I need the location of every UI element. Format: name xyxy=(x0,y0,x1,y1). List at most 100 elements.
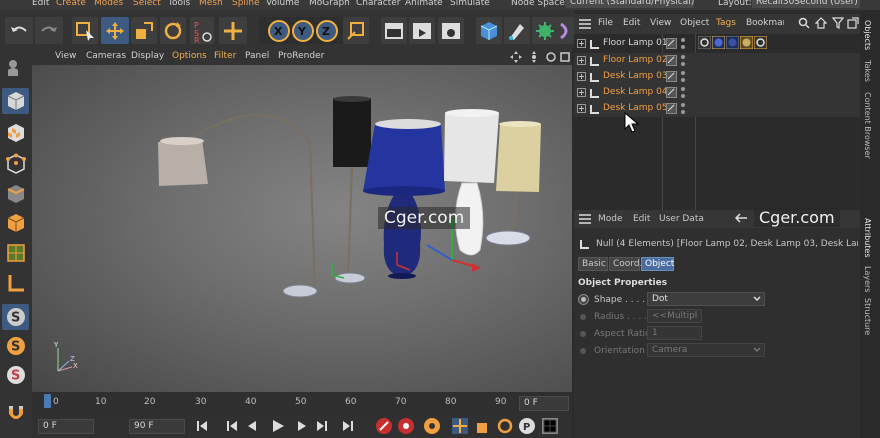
menu-create[interactable]: Create xyxy=(56,0,86,8)
autokey-icon[interactable] xyxy=(397,417,415,435)
aspect-animate-dot[interactable] xyxy=(580,331,586,337)
object-name[interactable]: Floor Lamp 02 xyxy=(603,55,668,65)
timeline-playhead[interactable] xyxy=(44,394,51,408)
viewport-menu-view[interactable]: View xyxy=(55,51,76,61)
om-menu-edit[interactable]: Edit xyxy=(623,18,640,28)
rotate-button[interactable] xyxy=(160,17,186,44)
side-tab-objects[interactable]: Objects xyxy=(863,20,872,50)
render-picture-viewer-button[interactable] xyxy=(409,17,435,44)
3d-viewport[interactable]: Y X Z Cger.com xyxy=(32,65,572,392)
expand-plus-icon[interactable] xyxy=(577,104,586,113)
workplane-button[interactable] xyxy=(2,270,29,296)
shape-dropdown[interactable]: Dot xyxy=(647,292,765,306)
filter-icon[interactable] xyxy=(832,17,844,29)
search-icon[interactable] xyxy=(798,17,810,29)
live-select-button[interactable] xyxy=(72,17,98,44)
new-window-icon[interactable] xyxy=(847,17,859,29)
compositing-tag-icon[interactable] xyxy=(698,36,711,49)
model-mode-button[interactable] xyxy=(2,88,29,114)
key-parameter-icon[interactable]: P xyxy=(518,417,536,435)
next-key-icon[interactable] xyxy=(315,419,329,433)
viewport-menu-prorender[interactable]: ProRender xyxy=(278,51,324,61)
go-to-start-icon[interactable] xyxy=(195,419,209,433)
hamburger-menu-icon[interactable] xyxy=(579,19,591,29)
quantize-button[interactable]: S xyxy=(2,362,29,388)
polygon-mode-button[interactable] xyxy=(2,210,29,236)
pen-spline-button[interactable] xyxy=(504,17,530,44)
tab-object[interactable]: Object xyxy=(641,257,674,271)
radius-field[interactable]: <<Multipl xyxy=(647,309,702,323)
om-menu-view[interactable]: View xyxy=(650,18,671,28)
object-name[interactable]: Floor Lamp 01 xyxy=(603,38,668,48)
timeline-ruler[interactable]: 0 10 20 30 40 50 60 70 80 90 0 F xyxy=(32,392,572,414)
side-tab-structure[interactable]: Structure xyxy=(863,298,872,335)
visibility-dots-icon[interactable] xyxy=(680,102,686,115)
object-row-desk-lamp-04[interactable]: Desk Lamp 04 xyxy=(574,85,860,101)
attr-menu-mode[interactable]: Mode xyxy=(598,214,623,224)
orientation-animate-dot[interactable] xyxy=(580,348,586,354)
material-tag-icon[interactable] xyxy=(712,36,725,49)
texture-mode-button[interactable] xyxy=(2,120,29,146)
layer-check-icon[interactable] xyxy=(666,87,677,98)
cube-primitive-button[interactable] xyxy=(476,17,502,44)
object-row-desk-lamp-03[interactable]: Desk Lamp 03 xyxy=(574,69,860,85)
make-editable-button[interactable] xyxy=(2,54,29,80)
viewport-menu-options[interactable]: Options xyxy=(172,51,207,61)
psr-button[interactable]: PSR xyxy=(190,17,214,44)
viewport-menu-panel[interactable]: Panel xyxy=(245,51,269,61)
compositing-tag-icon[interactable] xyxy=(754,36,767,49)
object-row-floor-lamp-01[interactable]: Floor Lamp 01 xyxy=(574,36,860,52)
menu-volume[interactable]: Volume xyxy=(266,0,299,8)
render-settings-button[interactable] xyxy=(438,17,464,44)
key-position-icon[interactable] xyxy=(451,417,469,435)
object-row-floor-lamp-02[interactable]: Floor Lamp 02 xyxy=(574,53,860,69)
viewport-menu-display[interactable]: Display xyxy=(131,51,164,61)
radius-animate-dot[interactable] xyxy=(580,314,586,320)
om-menu-bookmarks[interactable]: Bookmarl xyxy=(746,18,784,28)
attr-menu-user-data[interactable]: User Data xyxy=(659,214,704,224)
undo-button[interactable] xyxy=(5,17,33,44)
record-keys-icon[interactable] xyxy=(375,417,393,435)
viewport-pan-icon[interactable] xyxy=(510,51,522,63)
side-tab-layers[interactable]: Layers xyxy=(863,266,872,292)
scale-button[interactable] xyxy=(131,17,157,44)
home-icon[interactable] xyxy=(815,17,827,29)
visibility-dots-icon[interactable] xyxy=(680,54,686,67)
om-menu-tags[interactable]: Tags xyxy=(716,18,736,28)
aspect-ratio-field[interactable]: 1 xyxy=(647,326,702,340)
key-rotation-icon[interactable] xyxy=(496,417,514,435)
prev-frame-icon[interactable] xyxy=(245,419,259,433)
viewport-orbit-icon[interactable] xyxy=(545,51,557,63)
key-pla-icon[interactable] xyxy=(541,417,559,435)
play-icon[interactable] xyxy=(270,418,286,434)
object-name[interactable]: Desk Lamp 03 xyxy=(603,71,668,81)
attr-menu-edit[interactable]: Edit xyxy=(633,214,650,224)
om-menu-file[interactable]: File xyxy=(598,18,613,28)
viewport-zoom-icon[interactable] xyxy=(528,51,540,63)
end-frame-field[interactable]: 90 F xyxy=(129,419,185,434)
prev-key-icon[interactable] xyxy=(225,419,239,433)
om-menu-object[interactable]: Object xyxy=(680,18,709,28)
expand-plus-icon[interactable] xyxy=(577,88,586,97)
tab-coord[interactable]: Coord. xyxy=(609,257,642,271)
layout-dropdown[interactable]: Recall30Second (User) xyxy=(752,0,860,8)
visibility-dots-icon[interactable] xyxy=(680,86,686,99)
desk-lamp-03-model[interactable] xyxy=(363,119,445,279)
transform-button[interactable] xyxy=(219,17,247,44)
start-frame-field[interactable]: 0 F xyxy=(38,419,94,434)
layer-check-icon[interactable] xyxy=(666,38,677,49)
shape-animate-toggle[interactable] xyxy=(578,294,589,305)
menu-character[interactable]: Character xyxy=(356,0,400,8)
viewport-menu-cameras[interactable]: Cameras xyxy=(86,51,126,61)
expand-plus-icon[interactable] xyxy=(577,72,586,81)
keyframe-selection-icon[interactable] xyxy=(423,417,441,435)
object-name[interactable]: Desk Lamp 04 xyxy=(603,87,668,97)
side-tab-content-browser[interactable]: Content Browser xyxy=(863,92,872,159)
menu-mesh[interactable]: Mesh xyxy=(199,0,223,8)
axis-y-lock-icon[interactable]: Y xyxy=(291,19,315,43)
current-frame-field[interactable]: 0 F xyxy=(519,396,569,411)
menu-modes[interactable]: Modes xyxy=(94,0,123,8)
deformer-button[interactable] xyxy=(558,17,574,44)
expand-plus-icon[interactable] xyxy=(577,56,586,65)
generator-button[interactable] xyxy=(532,17,558,44)
